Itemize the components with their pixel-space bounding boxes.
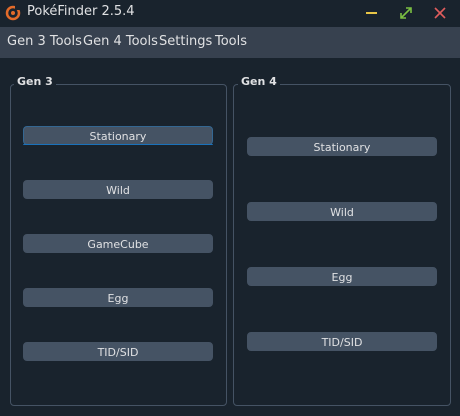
menu-gen4-tools[interactable]: Gen 4 Tools: [83, 34, 158, 49]
gen3-gamecube-button[interactable]: GameCube: [23, 234, 213, 253]
menu-settings[interactable]: Settings: [159, 34, 212, 49]
minimize-icon[interactable]: [362, 3, 382, 23]
gen3-egg-button[interactable]: Egg: [23, 288, 213, 307]
gen3-wild-button[interactable]: Wild: [23, 180, 213, 199]
pokefinder-logo-icon: [5, 5, 21, 21]
gen3-stationary-button[interactable]: Stationary: [23, 126, 213, 145]
gen4-wild-button[interactable]: Wild: [247, 202, 437, 221]
maximize-icon[interactable]: [396, 3, 416, 23]
gen4-tid-sid-button[interactable]: TID/SID: [247, 332, 437, 351]
menu-bar: Gen 3 Tools Gen 4 Tools Settings Tools: [0, 27, 460, 58]
title-bar: PokéFinder 2.5.4: [0, 0, 460, 26]
gen4-group-title: Gen 4: [238, 75, 280, 88]
gen4-stationary-button[interactable]: Stationary: [247, 137, 437, 156]
gen4-egg-button[interactable]: Egg: [247, 267, 437, 286]
gen3-tid-sid-button[interactable]: TID/SID: [23, 342, 213, 361]
gen4-group: [233, 84, 451, 406]
menu-tools[interactable]: Tools: [215, 34, 247, 49]
menu-gen3-tools[interactable]: Gen 3 Tools: [7, 34, 82, 49]
gen3-group-title: Gen 3: [14, 75, 56, 88]
window-title: PokéFinder 2.5.4: [27, 4, 135, 19]
close-icon[interactable]: [430, 3, 450, 23]
